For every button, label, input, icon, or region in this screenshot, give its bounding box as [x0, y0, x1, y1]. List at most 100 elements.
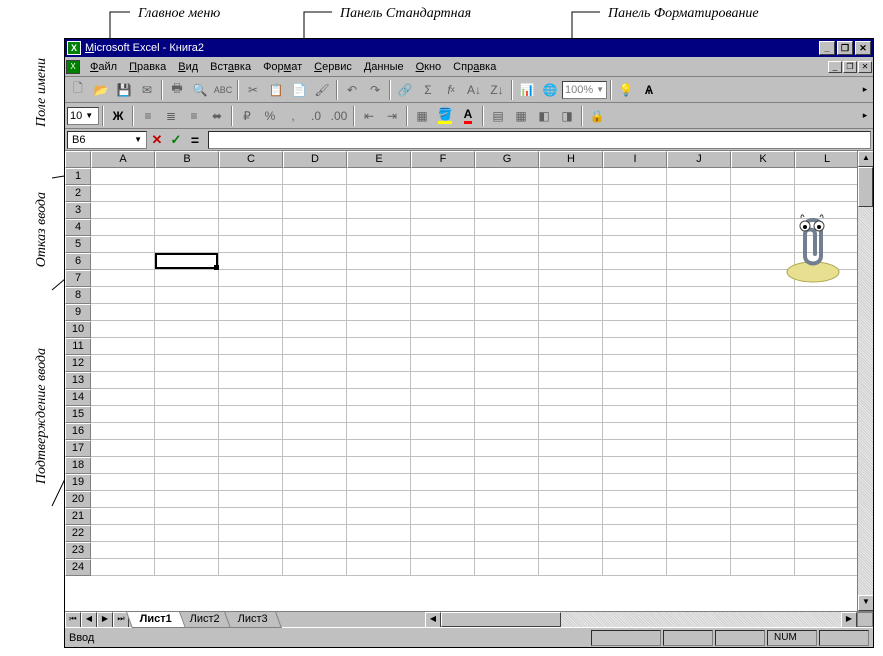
hscroll-thumb[interactable]: [441, 612, 561, 627]
cell[interactable]: [219, 270, 283, 287]
app-minimize-button[interactable]: _: [819, 41, 835, 55]
cell[interactable]: [347, 236, 411, 253]
row-header-12[interactable]: 12: [65, 355, 91, 372]
cell[interactable]: [475, 355, 539, 372]
col-header-L[interactable]: L: [795, 151, 859, 168]
cell[interactable]: [283, 338, 347, 355]
cell[interactable]: [603, 491, 667, 508]
grid-body[interactable]: 123456789101112131415161718192021222324: [65, 168, 873, 611]
map-button[interactable]: 🌐: [539, 79, 561, 100]
cell[interactable]: [603, 372, 667, 389]
cell[interactable]: [475, 219, 539, 236]
row-header-21[interactable]: 21: [65, 508, 91, 525]
cell[interactable]: [475, 304, 539, 321]
cell[interactable]: [91, 491, 155, 508]
cell[interactable]: [347, 423, 411, 440]
cell[interactable]: [219, 168, 283, 185]
cell[interactable]: [603, 559, 667, 576]
cell[interactable]: [219, 202, 283, 219]
autosum-button[interactable]: Σ: [417, 79, 439, 100]
cell[interactable]: [219, 542, 283, 559]
cell[interactable]: [667, 508, 731, 525]
cell[interactable]: [667, 236, 731, 253]
cell[interactable]: [475, 559, 539, 576]
cell[interactable]: [475, 542, 539, 559]
row-header-18[interactable]: 18: [65, 457, 91, 474]
cell[interactable]: [155, 287, 219, 304]
cell[interactable]: [91, 474, 155, 491]
col-header-A[interactable]: A: [91, 151, 155, 168]
cell[interactable]: [155, 219, 219, 236]
cell[interactable]: [603, 287, 667, 304]
cell[interactable]: [283, 389, 347, 406]
menu-help[interactable]: Справка: [447, 59, 502, 75]
cell[interactable]: [219, 389, 283, 406]
cell[interactable]: [411, 253, 475, 270]
menu-insert[interactable]: Вставка: [204, 59, 257, 75]
undo-button[interactable]: ↶: [341, 79, 363, 100]
cancel-input-button[interactable]: ✕: [148, 131, 166, 149]
cell[interactable]: [155, 185, 219, 202]
cell[interactable]: [283, 440, 347, 457]
cell[interactable]: [411, 389, 475, 406]
cell[interactable]: [283, 508, 347, 525]
cell[interactable]: [731, 406, 795, 423]
cell[interactable]: [411, 372, 475, 389]
cell[interactable]: [539, 372, 603, 389]
font-size-combo[interactable]: 10▼: [67, 107, 99, 125]
new-button[interactable]: 🗋: [67, 79, 89, 100]
cell[interactable]: [91, 542, 155, 559]
row-header-23[interactable]: 23: [65, 542, 91, 559]
cell[interactable]: [475, 508, 539, 525]
cell[interactable]: [347, 389, 411, 406]
cell[interactable]: [667, 202, 731, 219]
cell[interactable]: [347, 559, 411, 576]
row-header-14[interactable]: 14: [65, 389, 91, 406]
comma-button[interactable]: ,: [282, 105, 304, 126]
cell[interactable]: [411, 168, 475, 185]
bold-button[interactable]: Ж: [107, 105, 129, 126]
cell[interactable]: [539, 508, 603, 525]
cell[interactable]: [283, 491, 347, 508]
cell[interactable]: [603, 270, 667, 287]
cell[interactable]: [667, 287, 731, 304]
cell[interactable]: [91, 559, 155, 576]
sort-desc-button[interactable]: Z↓: [486, 79, 508, 100]
cell[interactable]: [155, 406, 219, 423]
menu-data[interactable]: Данные: [358, 59, 410, 75]
cell[interactable]: [283, 168, 347, 185]
cell[interactable]: [667, 491, 731, 508]
cell[interactable]: [91, 270, 155, 287]
cell[interactable]: [539, 236, 603, 253]
cell[interactable]: [411, 270, 475, 287]
cell[interactable]: [91, 406, 155, 423]
cell[interactable]: [155, 202, 219, 219]
cell[interactable]: [91, 236, 155, 253]
cell[interactable]: [155, 321, 219, 338]
row-header-5[interactable]: 5: [65, 236, 91, 253]
cell[interactable]: [475, 457, 539, 474]
cell[interactable]: [667, 372, 731, 389]
cell[interactable]: [91, 304, 155, 321]
col-header-J[interactable]: J: [667, 151, 731, 168]
cell[interactable]: [539, 253, 603, 270]
cell[interactable]: [667, 559, 731, 576]
cell[interactable]: [667, 457, 731, 474]
cell[interactable]: [91, 219, 155, 236]
percent-button[interactable]: %: [259, 105, 281, 126]
cell[interactable]: [795, 168, 859, 185]
cell[interactable]: [539, 270, 603, 287]
cell[interactable]: [539, 474, 603, 491]
cell[interactable]: [795, 525, 859, 542]
cell[interactable]: [347, 185, 411, 202]
title-bar[interactable]: X Microsoft Excel - Книга2 _ ❐ ✕: [65, 39, 873, 57]
cell[interactable]: [667, 525, 731, 542]
cell[interactable]: [539, 321, 603, 338]
cell[interactable]: [667, 321, 731, 338]
row-header-24[interactable]: 24: [65, 559, 91, 576]
cell[interactable]: [667, 542, 731, 559]
cell[interactable]: [283, 542, 347, 559]
cell[interactable]: [91, 440, 155, 457]
cell[interactable]: [411, 287, 475, 304]
cell[interactable]: [603, 185, 667, 202]
